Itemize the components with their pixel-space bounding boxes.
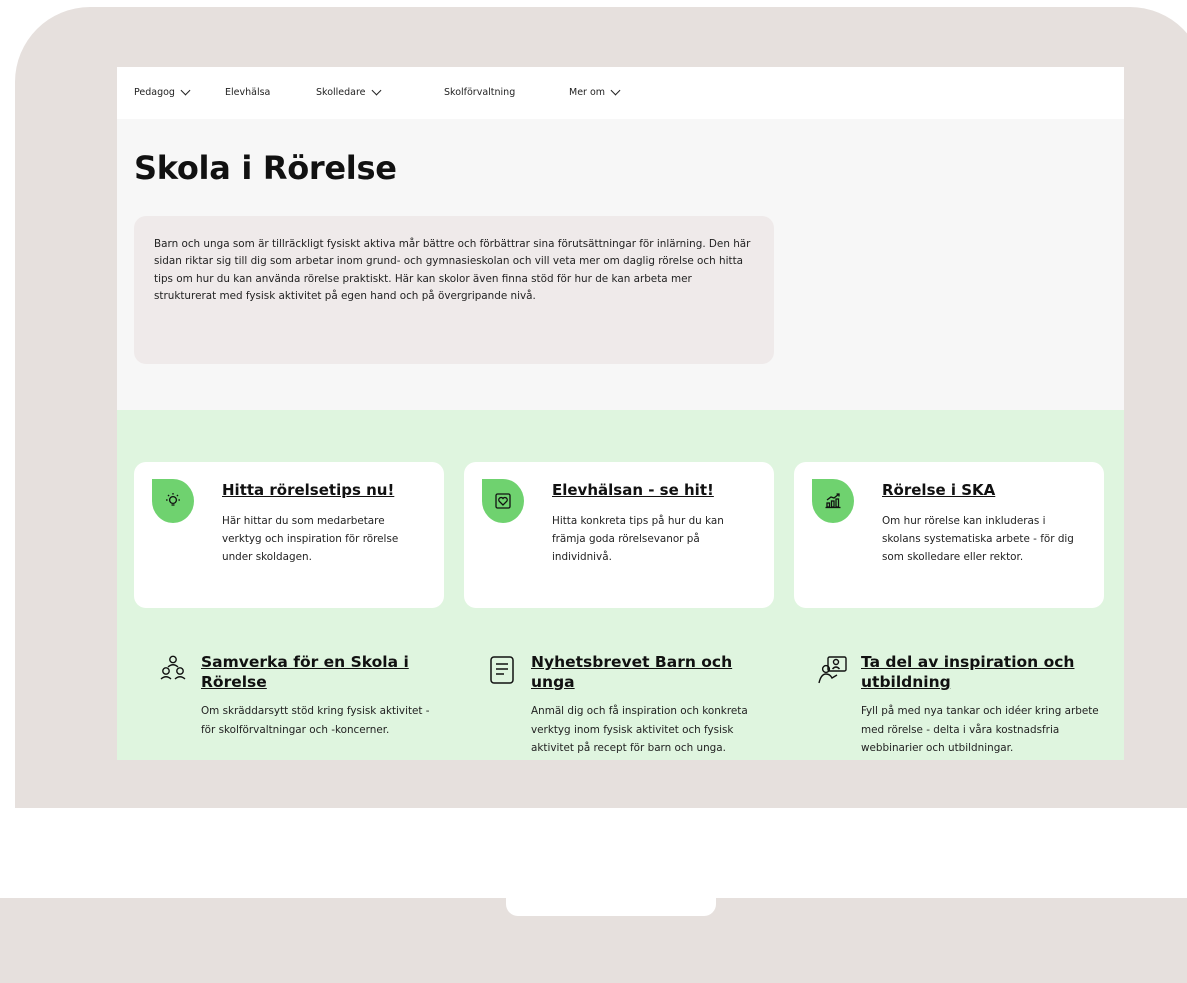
nav-item-label: Skolledare — [316, 87, 366, 98]
lightbulb-icon — [152, 479, 194, 523]
link-title[interactable]: Ta del av inspiration och utbildning — [861, 652, 1101, 692]
heart-icon — [482, 479, 524, 523]
chevron-down-icon — [180, 85, 191, 96]
intro-text: Barn och unga som är tillräckligt fysisk… — [154, 238, 751, 302]
card-elevhalsan[interactable]: Elevhälsan - se hit! Hitta konkreta tips… — [464, 462, 774, 608]
document-icon — [490, 656, 514, 684]
green-section: Hitta rörelsetips nu! Här hittar du som … — [117, 410, 1124, 760]
chevron-down-icon — [371, 85, 381, 96]
card-title[interactable]: Elevhälsan - se hit! — [552, 481, 714, 499]
link-text: Fyll på med nya tankar och idéer kring a… — [861, 705, 1099, 754]
nav-item-skolledare[interactable]: Skolledare — [316, 85, 381, 98]
nav-item-label: Skolförvaltning — [444, 87, 516, 98]
card-rorelsetips[interactable]: Hitta rörelsetips nu! Här hittar du som … — [134, 462, 444, 608]
nav-item-label: Pedagog — [134, 87, 175, 98]
presenter-icon — [818, 656, 847, 684]
card-title[interactable]: Rörelse i SKA — [882, 481, 995, 499]
nav-item-skolforvaltning[interactable]: Skolförvaltning — [444, 87, 515, 98]
main-nav: Pedagog Elevhälsa Skolledare Skolförvalt… — [117, 67, 1124, 119]
nav-item-label: Elevhälsa — [225, 87, 271, 98]
nav-item-mer-om[interactable]: Mer om — [569, 85, 621, 98]
card-title[interactable]: Hitta rörelsetips nu! — [222, 481, 394, 499]
browser-screen: Pedagog Elevhälsa Skolledare Skolförvalt… — [117, 67, 1124, 760]
link-text: Om skräddarsytt stöd kring fysisk aktivi… — [201, 705, 430, 736]
nav-item-elevhalsa[interactable]: Elevhälsa — [225, 87, 270, 98]
link-text: Anmäl dig och få inspiration och konkret… — [531, 705, 748, 754]
link-title[interactable]: Samverka för en Skola i Rörelse — [201, 652, 441, 692]
card-rorelse-ska[interactable]: Rörelse i SKA Om hur rörelse kan inklude… — [794, 462, 1104, 608]
link-title[interactable]: Nyhetsbrevet Barn och unga — [531, 652, 771, 692]
nav-item-pedagog[interactable]: Pedagog — [134, 85, 191, 98]
card-text: Om hur rörelse kan inkluderas i skolans … — [882, 515, 1074, 563]
people-group-icon — [160, 655, 186, 680]
card-text: Hitta konkreta tips på hur du kan främja… — [552, 515, 724, 563]
intro-box: Barn och unga som är tillräckligt fysisk… — [134, 216, 774, 364]
chart-growth-icon — [812, 479, 854, 523]
chevron-down-icon — [610, 85, 621, 96]
laptop-notch — [506, 878, 716, 916]
page-title: Skola i Rörelse — [134, 149, 397, 187]
card-text: Här hittar du som medarbetare verktyg oc… — [222, 515, 399, 563]
nav-item-label: Mer om — [569, 87, 606, 98]
